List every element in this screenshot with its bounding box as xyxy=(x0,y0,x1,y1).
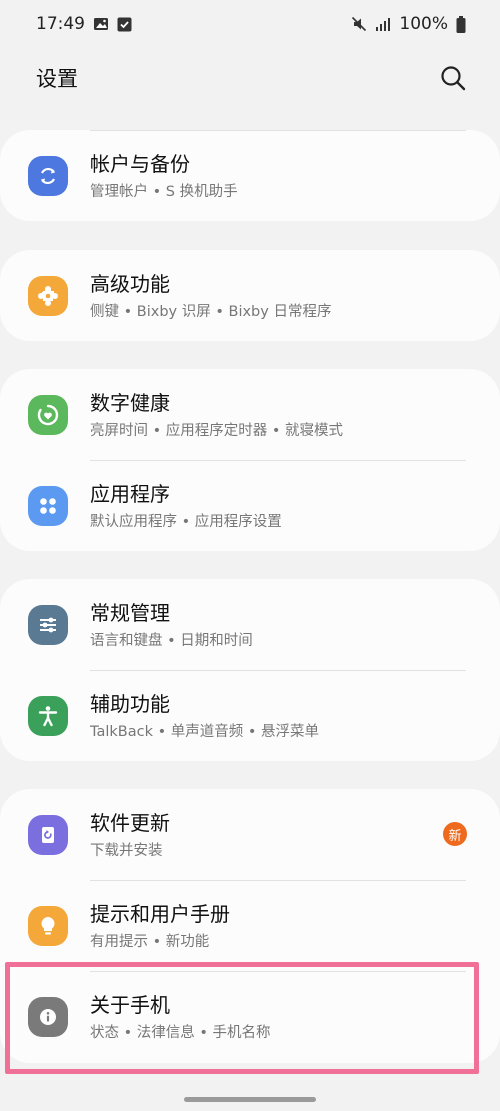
checkbox-notification-icon xyxy=(117,17,132,32)
row-text: 常规管理 语言和键盘 • 日期和时间 xyxy=(90,600,430,651)
search-icon xyxy=(441,66,466,91)
row-title: 高级功能 xyxy=(90,272,170,296)
row-subtitle: 侧键 • Bixby 识屏 • Bixby 日常程序 xyxy=(90,304,332,320)
row-subtitle: 亮屏时间 • 应用程序定时器 • 就寝模式 xyxy=(90,423,344,439)
settings-card-general: 常规管理 语言和键盘 • 日期和时间 辅助功能 TalkBack • 单声道音频… xyxy=(0,579,500,761)
settings-card-advanced: 高级功能 侧键 • Bixby 识屏 • Bixby 日常程序 xyxy=(0,250,500,341)
row-subtitle: 有用提示 • 新功能 xyxy=(90,934,210,950)
row-text: 数字健康 亮屏时间 • 应用程序定时器 • 就寝模式 xyxy=(90,390,430,441)
status-bar: 17:49 100% xyxy=(0,0,500,48)
mute-icon xyxy=(351,16,367,32)
row-subtitle: TalkBack • 单声道音频 • 悬浮菜单 xyxy=(90,724,320,740)
row-text: 帐户与备份 管理帐户 • S 换机助手 xyxy=(90,151,430,202)
heart-ring-icon xyxy=(28,395,68,435)
row-subtitle: 语言和键盘 • 日期和时间 xyxy=(90,633,253,649)
header: 设置 xyxy=(0,48,500,108)
accessibility-icon xyxy=(28,696,68,736)
row-title: 常规管理 xyxy=(90,601,170,625)
row-title: 关于手机 xyxy=(90,993,170,1017)
info-icon xyxy=(28,997,68,1037)
update-icon xyxy=(28,815,68,855)
status-time: 17:49 xyxy=(36,14,85,34)
status-left: 17:49 xyxy=(36,14,132,34)
row-title: 提示和用户手册 xyxy=(90,902,230,926)
row-title: 数字健康 xyxy=(90,391,170,415)
row-subtitle: 管理帐户 • S 换机助手 xyxy=(90,184,238,200)
row-text: 应用程序 默认应用程序 • 应用程序设置 xyxy=(90,481,430,532)
row-title: 辅助功能 xyxy=(90,692,170,716)
settings-item-accessibility[interactable]: 辅助功能 TalkBack • 单声道音频 • 悬浮菜单 xyxy=(0,670,500,761)
lightbulb-icon xyxy=(28,906,68,946)
status-right: 100% xyxy=(351,14,466,34)
settings-item-advanced-features[interactable]: 高级功能 侧键 • Bixby 识屏 • Bixby 日常程序 xyxy=(0,250,500,341)
row-title: 软件更新 xyxy=(90,811,170,835)
page-title: 设置 xyxy=(36,67,78,91)
row-text: 关于手机 状态 • 法律信息 • 手机名称 xyxy=(90,992,430,1043)
gallery-icon xyxy=(93,16,109,32)
sliders-icon xyxy=(28,605,68,645)
row-text: 高级功能 侧键 • Bixby 识屏 • Bixby 日常程序 xyxy=(90,271,430,322)
search-button[interactable] xyxy=(436,61,470,95)
row-subtitle: 状态 • 法律信息 • 手机名称 xyxy=(90,1025,271,1041)
signal-icon xyxy=(375,17,391,31)
settings-item-accounts-backup[interactable]: 帐户与备份 管理帐户 • S 换机助手 xyxy=(0,130,500,221)
row-text: 辅助功能 TalkBack • 单声道音频 • 悬浮菜单 xyxy=(90,691,430,742)
settings-card-wellbeing: 数字健康 亮屏时间 • 应用程序定时器 • 就寝模式 应用程序 默认应用程序 •… xyxy=(0,369,500,551)
puzzle-icon xyxy=(28,276,68,316)
settings-card-about: 软件更新 下载并安装 新 提示和用户手册 有用提示 • 新功能 关于手机 状态 … xyxy=(0,789,500,1063)
row-text: 软件更新 下载并安装 xyxy=(90,810,430,861)
settings-item-tips-manual[interactable]: 提示和用户手册 有用提示 • 新功能 xyxy=(0,880,500,971)
settings-item-about-phone[interactable]: 关于手机 状态 • 法律信息 • 手机名称 xyxy=(0,971,500,1062)
row-title: 应用程序 xyxy=(90,482,170,506)
sync-icon xyxy=(28,156,68,196)
battery-icon xyxy=(456,15,466,33)
row-text: 提示和用户手册 有用提示 • 新功能 xyxy=(90,901,430,952)
row-subtitle: 默认应用程序 • 应用程序设置 xyxy=(90,514,282,530)
row-subtitle: 下载并安装 xyxy=(90,843,163,859)
apps-grid-icon xyxy=(28,486,68,526)
settings-item-general-management[interactable]: 常规管理 语言和键盘 • 日期和时间 xyxy=(0,579,500,670)
settings-item-software-update[interactable]: 软件更新 下载并安装 新 xyxy=(0,789,500,880)
navigation-handle[interactable] xyxy=(184,1097,316,1102)
new-badge: 新 xyxy=(443,822,467,846)
settings-card-accounts: 帐户与备份 管理帐户 • S 换机助手 xyxy=(0,130,500,221)
battery-percent: 100% xyxy=(399,14,448,34)
settings-item-digital-wellbeing[interactable]: 数字健康 亮屏时间 • 应用程序定时器 • 就寝模式 xyxy=(0,369,500,460)
settings-item-apps[interactable]: 应用程序 默认应用程序 • 应用程序设置 xyxy=(0,460,500,551)
row-title: 帐户与备份 xyxy=(90,152,190,176)
